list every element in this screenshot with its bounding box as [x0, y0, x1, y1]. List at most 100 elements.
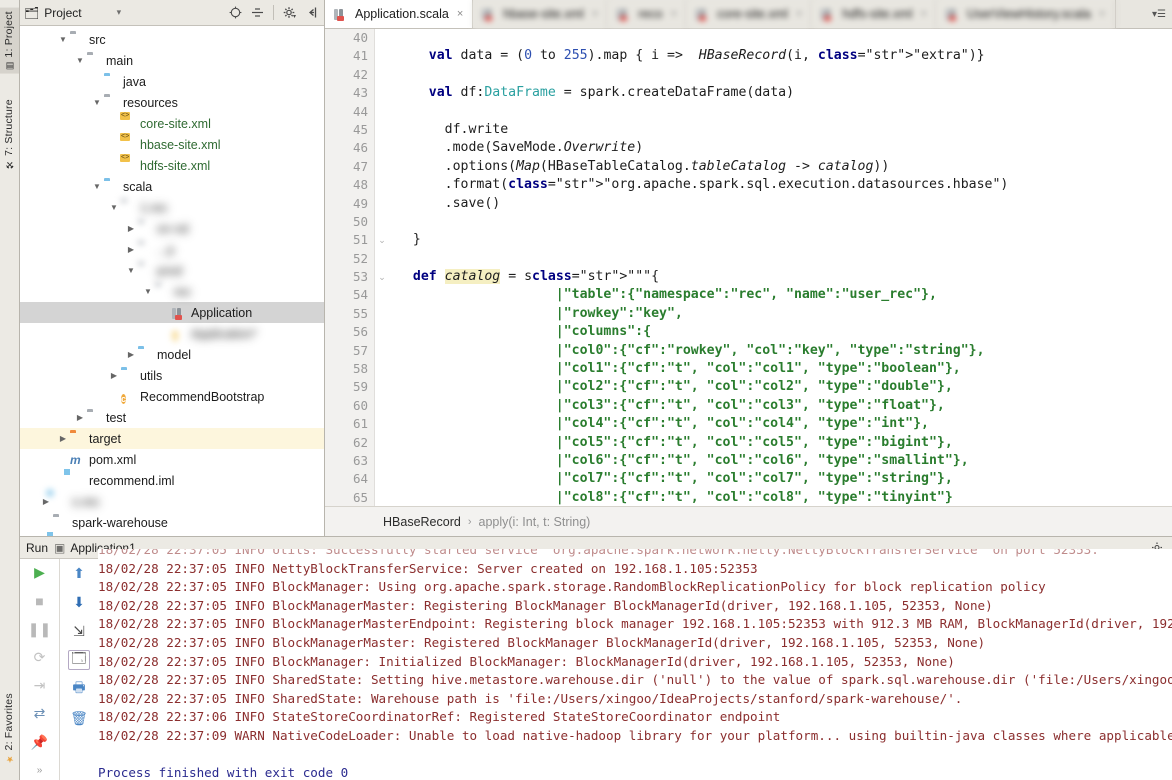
pause-icon[interactable]: ❚❚: [28, 620, 51, 639]
fold-toggle-icon[interactable]: ⌄: [375, 231, 389, 249]
tool-tab-project[interactable]: ▤ 1: Project: [0, 8, 19, 74]
tree-item-recommendbootstrap[interactable]: c RecommendBootstrap: [20, 386, 324, 407]
code-line[interactable]: val df:DataFrame = spark.createDataFrame…: [397, 84, 1172, 102]
editor-tab-hdfs-site-xml[interactable]: hdfs-site.xml ×: [812, 0, 937, 28]
code-line[interactable]: |"columns":{: [397, 323, 1172, 341]
tree-item-hdfs-site-xml[interactable]: hdfs-site.xml: [20, 155, 324, 176]
chevron-down-icon[interactable]: ▼: [141, 287, 155, 296]
print-icon[interactable]: 🖶: [68, 679, 90, 699]
editor-tab-core-site-xml[interactable]: core-site.xml ×: [687, 0, 813, 28]
locate-icon[interactable]: [227, 4, 244, 21]
fold-gutter[interactable]: ⌄⌄⌃: [375, 29, 389, 506]
step-icon[interactable]: ⇥: [29, 676, 51, 695]
code-line[interactable]: [397, 29, 1172, 47]
chevron-down-icon[interactable]: ▾: [117, 7, 122, 18]
tree-item-hbase-site-xml[interactable]: hbase-site.xml: [20, 134, 324, 155]
gear-icon[interactable]: ▾: [281, 4, 298, 21]
tree-item-src[interactable]: ▼ src: [20, 29, 324, 50]
code-line[interactable]: |"col1":{"cf":"t", "col":"col1", "type":…: [397, 360, 1172, 378]
chevron-right-icon[interactable]: ▶: [124, 350, 138, 359]
code-line[interactable]: |"col2":{"cf":"t", "col":"col2", "type":…: [397, 378, 1172, 396]
code-line[interactable]: |"col4":{"cf":"t", "col":"col4", "type":…: [397, 415, 1172, 433]
tree-item-application[interactable]: o Application*: [20, 323, 324, 344]
chevron-right-icon[interactable]: ▶: [124, 245, 138, 254]
hide-icon[interactable]: [303, 4, 320, 21]
tree-item-rec[interactable]: ▼ rec: [20, 281, 324, 302]
code-line[interactable]: |"col3":{"cf":"t", "col":"col3", "type":…: [397, 397, 1172, 415]
editor-tab-hbase-site-xml[interactable]: hbase-site.xml ×: [473, 0, 609, 28]
console-output[interactable]: 18/02/28 22:37:05 INFO Utils: Successful…: [98, 549, 1172, 780]
editor-tab-reco[interactable]: reco ×: [608, 0, 688, 28]
tree-item-recommend-iml[interactable]: recommend.iml: [20, 470, 324, 491]
code-line[interactable]: [397, 213, 1172, 231]
close-icon[interactable]: ×: [457, 8, 463, 20]
chevron-right-icon[interactable]: ▶: [39, 497, 53, 506]
code-line[interactable]: |"rowkey":"key",: [397, 305, 1172, 323]
fold-toggle-icon[interactable]: ⌄: [375, 268, 389, 286]
code-line[interactable]: [397, 66, 1172, 84]
tree-item-on-nd[interactable]: ▶ on nd: [20, 218, 324, 239]
code-line[interactable]: |"col8":{"cf":"t", "col":"col8", "type":…: [397, 489, 1172, 506]
code-line[interactable]: |"table":{"namespace":"rec", "name":"use…: [397, 286, 1172, 304]
editor-tab-userviewhistory-scala[interactable]: UserViewHistory.scala ×: [936, 0, 1116, 28]
chevron-down-icon[interactable]: ▼: [73, 56, 87, 65]
code-line[interactable]: .save(): [397, 195, 1172, 213]
code-line[interactable]: [397, 250, 1172, 268]
expand-icon[interactable]: »: [29, 761, 51, 780]
close-icon[interactable]: ×: [796, 8, 802, 20]
tree-item-java[interactable]: java: [20, 71, 324, 92]
tree-item-spark-warehouse[interactable]: spark-warehouse: [20, 512, 324, 533]
code-line[interactable]: [397, 103, 1172, 121]
close-icon[interactable]: ×: [920, 8, 926, 20]
editor-tab-bar[interactable]: Application.scala × hbase-site.xml × reco × co…: [325, 0, 1172, 29]
stop-icon[interactable]: ■: [29, 591, 51, 610]
code-area[interactable]: 40 41 42 43 44 45 46 47 48 49 50 51 52 53 54 55 56 57 58 59…: [325, 29, 1172, 506]
close-icon[interactable]: ×: [592, 8, 598, 20]
code-line[interactable]: df.write: [397, 121, 1172, 139]
run-icon[interactable]: ▶: [29, 563, 51, 582]
tree-item-core-site-xml[interactable]: core-site.xml: [20, 113, 324, 134]
breadcrumb[interactable]: HBaseRecord › apply(i: Int, t: String): [325, 506, 1172, 536]
rerun-icon[interactable]: ⟳: [29, 648, 51, 667]
tab-bar-overflow[interactable]: ▾☰: [1115, 0, 1172, 28]
tab-list-icon[interactable]: ▾☰: [1152, 9, 1166, 20]
chevron-down-icon[interactable]: ▼: [124, 266, 138, 275]
tree-item-application[interactable]: Application: [20, 302, 324, 323]
code-line[interactable]: |"col7":{"cf":"t", "col":"col7", "type":…: [397, 470, 1172, 488]
breadcrumb-class[interactable]: HBaseRecord: [383, 515, 461, 529]
tree-item-target[interactable]: ▶ target: [20, 428, 324, 449]
code-line[interactable]: }: [397, 231, 1172, 249]
scroll-down-icon[interactable]: ⬇: [68, 592, 90, 612]
collapse-all-icon[interactable]: [249, 4, 266, 21]
chevron-right-icon[interactable]: ▶: [124, 224, 138, 233]
tree-item-1-rec[interactable]: ▼ 1.rec: [20, 197, 324, 218]
code-line[interactable]: .options(Map(HBaseTableCatalog.tableCata…: [397, 158, 1172, 176]
close-icon[interactable]: ×: [1099, 8, 1105, 20]
code-line[interactable]: |"col0":{"cf":"rowkey", "col":"key", "ty…: [397, 342, 1172, 360]
clear-all-icon[interactable]: 🗑: [68, 708, 90, 728]
tree-item-resources[interactable]: ▼ resources: [20, 92, 324, 113]
editor-tab-application-scala[interactable]: Application.scala ×: [325, 0, 474, 28]
chevron-down-icon[interactable]: ▼: [90, 182, 104, 191]
chevron-right-icon[interactable]: ▶: [56, 434, 70, 443]
tree-item-s-res[interactable]: ▶ s.res: [20, 491, 324, 512]
chevron-down-icon[interactable]: ▼: [107, 203, 121, 212]
tree-item-test[interactable]: ▶ test: [20, 407, 324, 428]
code-line[interactable]: .mode(SaveMode.Overwrite): [397, 139, 1172, 157]
code-line[interactable]: def catalog = sclass="str">"""{: [397, 268, 1172, 286]
tool-tab-favorites[interactable]: ★ 2: Favorites: [0, 690, 19, 766]
project-tree[interactable]: ▼ src ▼ main java ▼ resources core-site.xml hbas…: [20, 26, 324, 536]
chevron-right-icon[interactable]: ▶: [73, 413, 87, 422]
scroll-up-icon[interactable]: ⬆: [68, 563, 90, 583]
code-line[interactable]: val data = (0 to 255).map { i => HBaseRe…: [397, 47, 1172, 65]
code-line[interactable]: .format(class="str">"org.apache.spark.sq…: [397, 176, 1172, 194]
wrap-text-icon[interactable]: ⇄: [29, 704, 51, 723]
code-line[interactable]: |"col6":{"cf":"t", "col":"col6", "type":…: [397, 452, 1172, 470]
pin-icon[interactable]: 📌: [29, 733, 51, 752]
chevron-right-icon[interactable]: ▶: [107, 371, 121, 380]
close-icon[interactable]: ×: [671, 8, 677, 20]
run-panel-toolbar[interactable]: ▶ ■ ❚❚ ⟳ ⇥ ⇄ 📌 » ⬆ ⬇ ⇲ 🗔 🖶 🗑: [20, 559, 98, 780]
code-line[interactable]: |"col5":{"cf":"t", "col":"col5", "type":…: [397, 434, 1172, 452]
print-screen-icon[interactable]: 🗔: [68, 650, 90, 670]
soft-wrap-icon[interactable]: ⇲: [68, 621, 90, 641]
